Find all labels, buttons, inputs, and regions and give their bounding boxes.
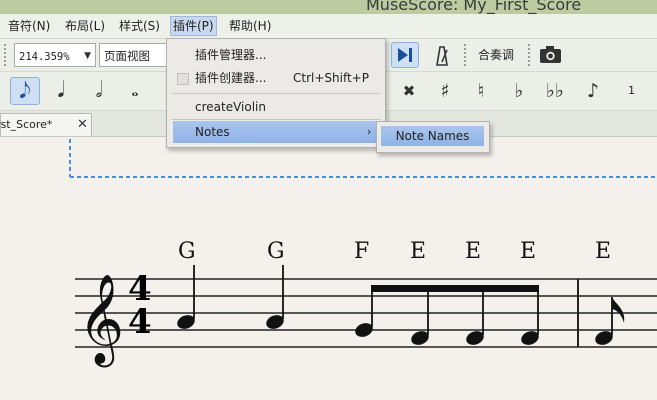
voice-1-button[interactable]: 1 (628, 84, 635, 97)
eighth-note-icon[interactable]: 𝅘𝅥𝅮 (10, 77, 40, 105)
plugin-manager-item[interactable]: 插件管理器... (167, 44, 385, 66)
double-flat-icon[interactable]: ♭♭ (542, 79, 568, 103)
note-name-label: G (178, 239, 196, 264)
camera-icon[interactable] (538, 44, 564, 66)
menu-style[interactable]: 样式(S) (117, 17, 162, 35)
create-violin-label: createViolin (195, 100, 266, 114)
note-name-label: E (410, 239, 427, 264)
double-sharp-icon[interactable]: ✖ (396, 79, 422, 103)
natural-icon[interactable]: ♮ (468, 79, 494, 103)
concert-pitch-button[interactable]: 合奏调 (478, 46, 514, 63)
tab-my-first-score[interactable]: irst_Score* ✕ (0, 113, 92, 136)
treble-clef-icon: 𝄞 (78, 274, 124, 368)
plugin-manager-label: 插件管理器... (195, 48, 267, 62)
note-names-item[interactable]: Note Names (381, 126, 484, 146)
play-panel-icon[interactable] (391, 42, 419, 68)
flat-icon[interactable]: ♭ (506, 79, 532, 103)
note-name-label: E (520, 239, 537, 264)
menu-layout[interactable]: 布局(L) (63, 17, 107, 35)
note-name-label: G (267, 239, 285, 264)
quarter-note-icon[interactable]: 𝅘𝅥 (46, 77, 76, 105)
menu-help[interactable]: 帮助(H) (227, 17, 273, 35)
score-canvas[interactable]: 𝄞 4 4 G G F E E E E (0, 137, 657, 400)
notes-submenu-item[interactable]: Notes › (173, 121, 379, 143)
menu-notes[interactable]: 音符(N) (6, 17, 52, 35)
toolbar-grip[interactable] (4, 44, 8, 66)
window-title: MuseScore: My_First_Score (366, 0, 582, 14)
tie-icon[interactable]: ♪ (580, 79, 606, 103)
chevron-down-icon: ▼ (84, 51, 91, 61)
zoom-value: 214.359% (19, 51, 70, 63)
menu-divider (171, 93, 381, 94)
view-mode-select[interactable]: 页面视图 (99, 43, 167, 67)
note-name-label: F (354, 239, 370, 264)
create-violin-item[interactable]: createViolin (167, 96, 385, 118)
plugins-menu: 插件管理器... 插件创建器... Ctrl+Shift+P createVio… (166, 38, 386, 148)
half-note-icon[interactable]: 𝅗𝅥 (84, 77, 114, 105)
time-signature-bottom: 4 (128, 302, 152, 342)
score-svg: 𝄞 (69, 139, 657, 368)
menu-plugins[interactable]: 插件(P) (170, 16, 217, 36)
toolbar-grip[interactable] (464, 44, 468, 66)
plugin-creator-item[interactable]: 插件创建器... Ctrl+Shift+P (167, 67, 385, 89)
note-name-label: E (465, 239, 482, 264)
close-icon[interactable]: ✕ (77, 114, 88, 136)
sharp-icon[interactable]: ♯ (432, 79, 458, 103)
toolbar-grip[interactable] (528, 44, 532, 66)
notes-label: Notes (195, 125, 230, 139)
zoom-select[interactable]: 214.359% ▼ (14, 43, 96, 67)
whole-note-icon[interactable]: 𝅝 (120, 77, 150, 105)
tab-label: irst_Score* (0, 118, 53, 131)
menu-divider (171, 119, 381, 120)
checkbox-icon (177, 73, 189, 85)
plugin-creator-label: 插件创建器... (195, 71, 267, 85)
view-mode-value: 页面视图 (104, 49, 150, 63)
shortcut-label: Ctrl+Shift+P (293, 71, 369, 85)
menu-bar: 音符(N) 布局(L) 样式(S) 插件(P) 帮助(H) (0, 14, 657, 39)
metronome-icon[interactable] (430, 44, 452, 68)
note-name-label: E (595, 239, 612, 264)
chevron-right-icon: › (367, 125, 372, 138)
title-bar: MuseScore: My_First_Score (0, 0, 657, 14)
time-signature-top: 4 (128, 269, 152, 309)
notes-submenu: Note Names (376, 121, 490, 153)
